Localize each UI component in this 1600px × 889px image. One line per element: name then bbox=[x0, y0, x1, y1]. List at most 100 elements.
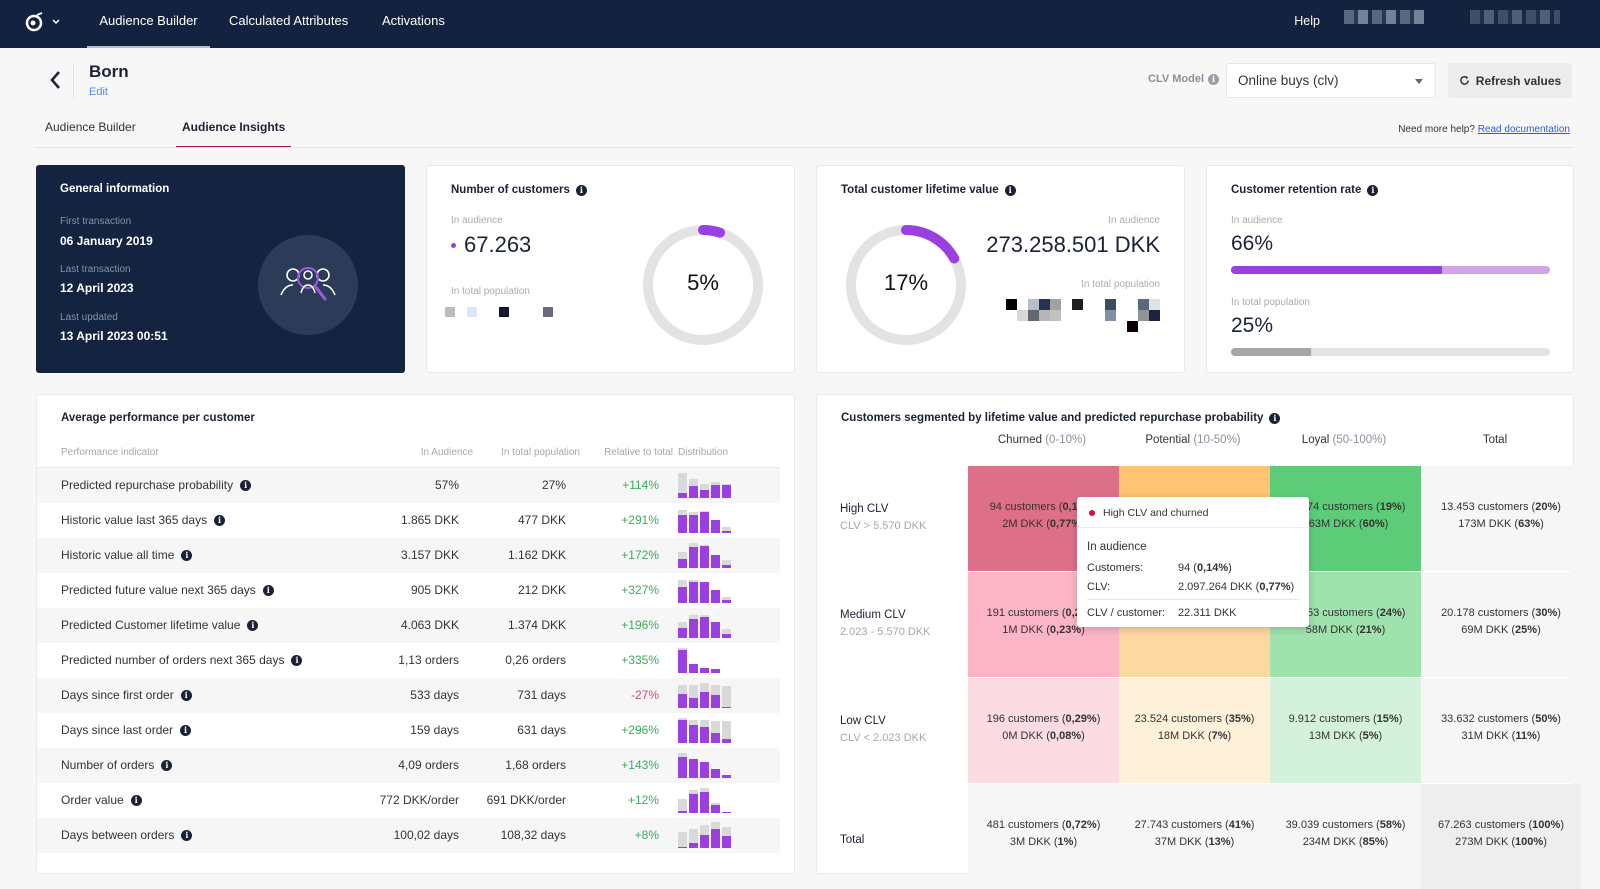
cell-customers-count: 67.263 customers ( bbox=[1438, 819, 1533, 831]
relative-value: +291% bbox=[621, 513, 659, 527]
distribution-bar bbox=[700, 647, 709, 673]
relative-value: +296% bbox=[621, 723, 659, 737]
info-icon[interactable]: i bbox=[247, 619, 259, 631]
segment-cell[interactable]: 39.039 customers (58%) 234M DKK (85%) bbox=[1270, 784, 1421, 889]
distribution-bar bbox=[700, 787, 709, 813]
segment-column-header: Loyal (50-100%) bbox=[1270, 434, 1418, 446]
distribution-bar bbox=[678, 472, 687, 498]
distribution-chart[interactable] bbox=[678, 752, 732, 778]
cell-value: 31M DKK (11%) bbox=[1461, 730, 1541, 742]
clv-model-select[interactable]: Online buys (clv) bbox=[1226, 63, 1436, 98]
distribution-chart[interactable] bbox=[678, 822, 732, 848]
info-icon[interactable]: i bbox=[181, 549, 193, 561]
nav-audience-builder[interactable]: Audience Builder bbox=[87, 0, 210, 48]
relative-value: +12% bbox=[627, 793, 659, 807]
info-icon[interactable]: i bbox=[180, 724, 192, 736]
segment-cell[interactable]: 27.743 customers (41%) 37M DKK (13%) bbox=[1119, 784, 1270, 889]
app-logo-menu[interactable] bbox=[24, 12, 60, 32]
distribution-bar-audience bbox=[700, 792, 709, 813]
distribution-chart[interactable] bbox=[678, 717, 732, 743]
info-icon[interactable]: i bbox=[1004, 184, 1016, 196]
distribution-bar bbox=[689, 822, 698, 848]
card-title-text: Total customer lifetime value bbox=[841, 184, 999, 196]
distribution-bar-audience bbox=[722, 600, 731, 603]
audience-retention-bar bbox=[1231, 266, 1550, 274]
distribution-bar bbox=[722, 542, 731, 568]
tooltip-customers-count: 94 ( bbox=[1178, 562, 1197, 574]
distribution-bar bbox=[722, 682, 731, 708]
distribution-bar-audience bbox=[711, 590, 720, 603]
nav-calculated-attributes[interactable]: Calculated Attributes bbox=[229, 0, 348, 48]
distribution-chart[interactable] bbox=[678, 542, 732, 568]
info-icon[interactable]: i bbox=[181, 829, 193, 841]
cell-customers: 9.912 customers (15%) bbox=[1288, 713, 1403, 725]
distribution-chart[interactable] bbox=[678, 472, 732, 498]
in-total-value: 1.162 DKK bbox=[507, 548, 566, 562]
info-icon[interactable]: i bbox=[291, 654, 303, 666]
info-icon[interactable]: i bbox=[1269, 412, 1281, 424]
indicator-label: Historic value last 365 days bbox=[61, 513, 208, 527]
distribution-bar bbox=[689, 577, 698, 603]
segment-cell[interactable]: 196 customers (0,29%) 0M DKK (0,08%) bbox=[968, 678, 1119, 783]
in-audience-value: 100,02 days bbox=[393, 828, 459, 842]
distribution-chart[interactable] bbox=[678, 612, 732, 638]
clv-model-label: CLV Model i bbox=[1148, 73, 1220, 85]
info-icon[interactable]: i bbox=[214, 514, 226, 526]
nav-help[interactable]: Help bbox=[1294, 14, 1320, 28]
cell-customers-pct: 20% bbox=[1535, 501, 1558, 513]
info-icon[interactable]: i bbox=[130, 794, 142, 806]
tooltip-header: High CLV and churned bbox=[1089, 507, 1208, 519]
segment-cell[interactable]: 481 customers (0,72%) 3M DKK (1%) bbox=[968, 784, 1119, 889]
info-icon[interactable]: i bbox=[161, 759, 173, 771]
indicator-name: Order value i bbox=[61, 793, 142, 807]
info-icon[interactable]: i bbox=[1367, 184, 1379, 196]
indicator-label: Predicted future value next 365 days bbox=[61, 583, 256, 597]
cell-value-amount: 163M DKK ( bbox=[1302, 518, 1363, 530]
info-icon[interactable]: i bbox=[575, 184, 587, 196]
distribution-bar-audience bbox=[678, 492, 687, 498]
refresh-values-button[interactable]: Refresh values bbox=[1448, 63, 1572, 98]
info-icon[interactable]: i bbox=[180, 689, 192, 701]
read-documentation-link[interactable]: Read documentation bbox=[1478, 124, 1570, 135]
distribution-chart[interactable] bbox=[678, 577, 732, 603]
relative-value: +143% bbox=[621, 758, 659, 772]
in-audience-value: 533 days bbox=[410, 688, 459, 702]
info-icon[interactable]: i bbox=[1208, 73, 1220, 85]
user-name-redacted[interactable] bbox=[1344, 10, 1424, 24]
distribution-bar bbox=[689, 472, 698, 498]
info-icon[interactable]: i bbox=[240, 479, 252, 491]
info-icon[interactable]: i bbox=[262, 584, 274, 596]
distribution-bar-audience bbox=[678, 514, 687, 533]
distribution-bar bbox=[689, 717, 698, 743]
distribution-bar bbox=[722, 752, 731, 778]
edit-link[interactable]: Edit bbox=[89, 86, 108, 98]
tab-audience-builder[interactable]: Audience Builder bbox=[45, 120, 136, 148]
distribution-bar-audience bbox=[711, 555, 720, 568]
cell-customers-pct: 19% bbox=[1379, 501, 1402, 513]
segment-cell[interactable]: 13.453 customers (20%) 173M DKK (63%) bbox=[1421, 466, 1581, 571]
distribution-chart[interactable] bbox=[678, 682, 732, 708]
segment-cell[interactable]: 23.524 customers (35%) 18M DKK (7%) bbox=[1119, 678, 1270, 783]
nav-activations[interactable]: Activations bbox=[382, 0, 445, 48]
cell-value-amount: 69M DKK ( bbox=[1461, 624, 1516, 636]
clv-model-label-text: CLV Model bbox=[1148, 73, 1205, 85]
back-arrow-icon[interactable] bbox=[46, 68, 66, 92]
distribution-bar-audience bbox=[678, 810, 687, 813]
segment-column-header: Potential (10-50%) bbox=[1119, 434, 1267, 446]
donut-arc bbox=[901, 225, 960, 264]
segment-cell[interactable]: 67.263 customers (100%) 273M DKK (100%) bbox=[1421, 784, 1581, 889]
cell-value-pct: 63% bbox=[1518, 518, 1541, 530]
distribution-chart[interactable] bbox=[678, 787, 732, 813]
distribution-bar-audience bbox=[678, 719, 687, 743]
segment-cell[interactable]: 9.912 customers (15%) 13M DKK (5%) bbox=[1270, 678, 1421, 783]
segment-cell[interactable]: 20.178 customers (30%) 69M DKK (25%) bbox=[1421, 572, 1581, 677]
account-name-redacted[interactable] bbox=[1470, 10, 1560, 24]
distribution-chart[interactable] bbox=[678, 647, 732, 673]
segment-cell[interactable]: 33.632 customers (50%) 31M DKK (11%) bbox=[1421, 678, 1581, 783]
cell-customers: 33.632 customers (50%) bbox=[1441, 713, 1561, 725]
help-prefix: Need more help? bbox=[1398, 124, 1475, 135]
cell-value-pct: 60% bbox=[1362, 518, 1385, 530]
distribution-chart[interactable] bbox=[678, 507, 732, 533]
tab-audience-insights[interactable]: Audience Insights bbox=[176, 120, 292, 148]
distribution-bar-audience bbox=[689, 724, 698, 743]
